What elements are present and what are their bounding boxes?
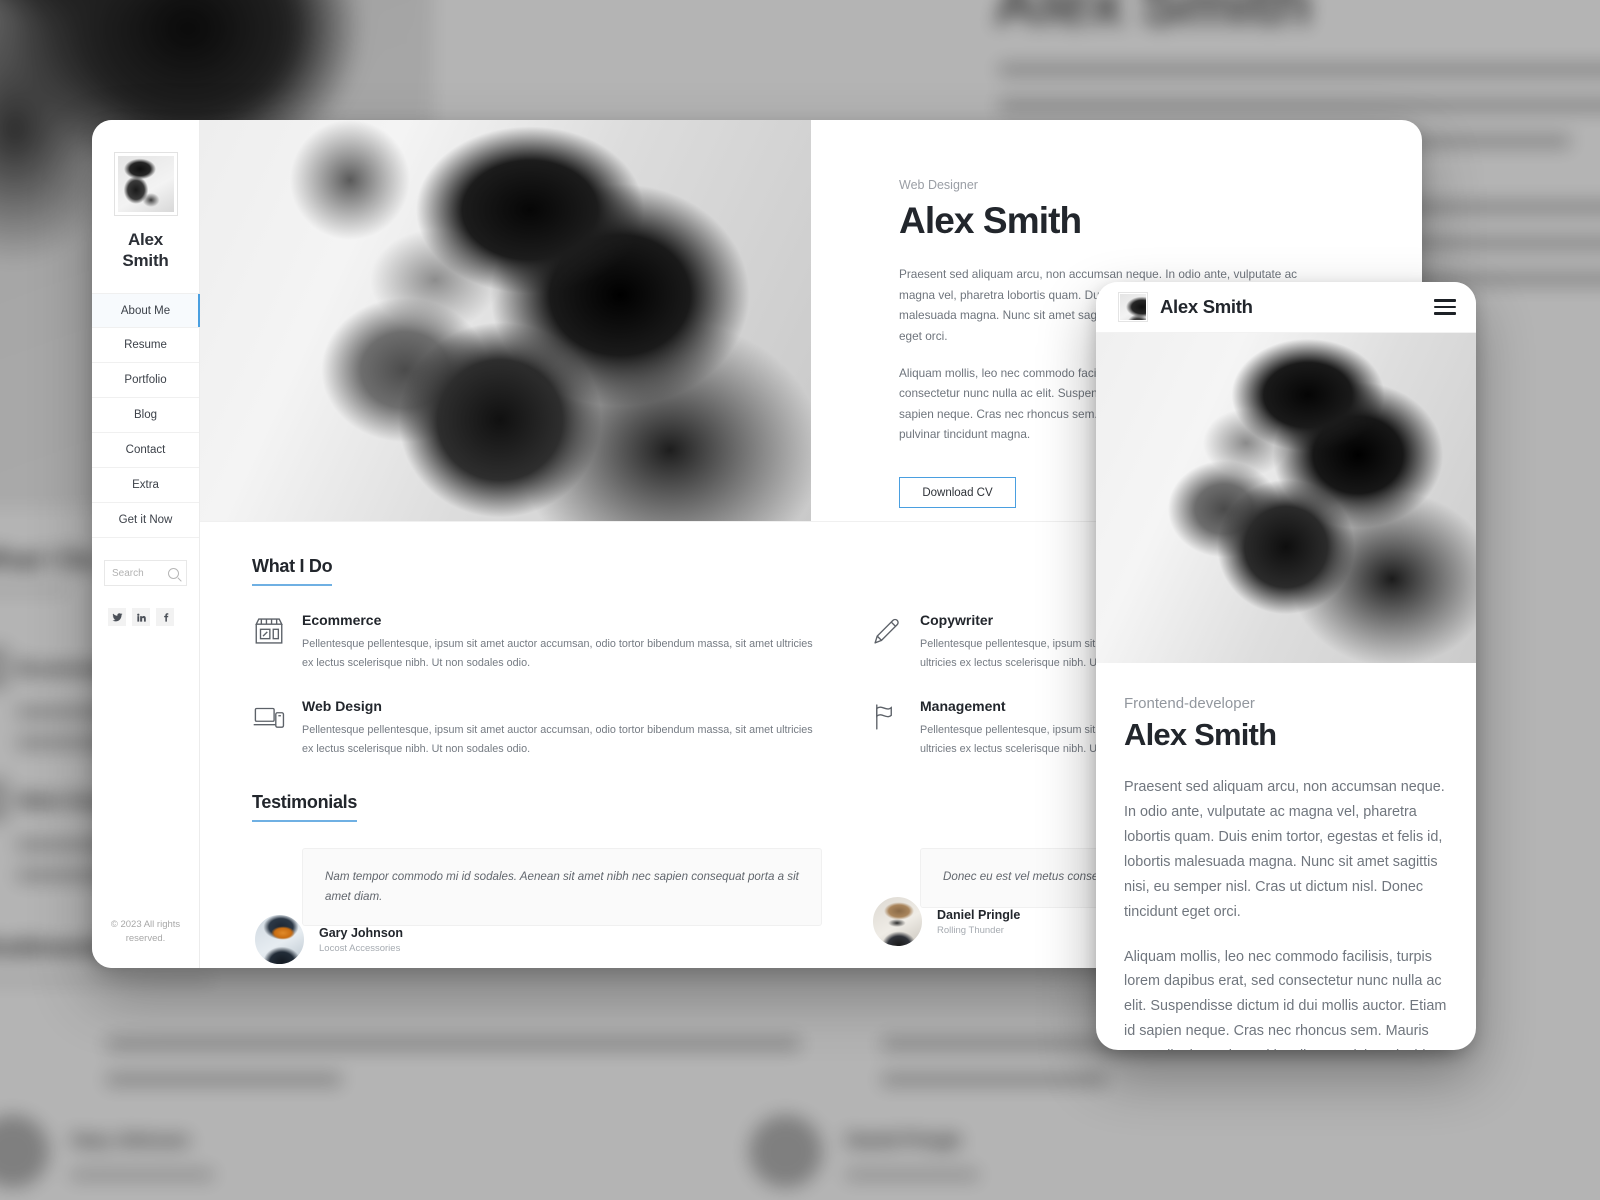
service-item-ecommerce: Ecommerce Pellentesque pellentesque, ips… — [252, 612, 822, 672]
mobile-portrait-photo — [1096, 333, 1476, 663]
download-cv-button[interactable]: Download CV — [899, 477, 1016, 509]
devices-icon — [252, 700, 286, 734]
sidebar-item-contact[interactable]: Contact — [92, 433, 199, 469]
service-title: Ecommerce — [302, 612, 382, 628]
sidebar-item-get-it-now[interactable]: Get it Now — [92, 503, 199, 539]
sidebar-item-label: Extra — [132, 479, 159, 492]
mobile-title: Alex Smith — [1124, 717, 1277, 752]
mobile-preview-card: Alex Smith Frontend-developer Alex Smith… — [1096, 282, 1476, 1050]
service-title: Web Design — [302, 698, 382, 715]
testimonial-meta: Daniel Pringle Rolling Thunder — [937, 908, 1020, 936]
sidebar-item-label: Blog — [133, 409, 158, 422]
sidebar-item-label: Contact — [125, 444, 166, 457]
service-item-web-design: Web Design Pellentesque pellentesque, ip… — [252, 698, 822, 758]
testimonial-name: Daniel Pringle — [937, 907, 1021, 922]
avatar — [870, 894, 925, 950]
sidebar-nav: About Me Resume Portfolio Blog Contact E… — [92, 293, 200, 539]
sidebar-item-blog[interactable]: Blog — [92, 398, 199, 434]
service-description: Pellentesque pellentesque, ipsum sit ame… — [302, 638, 813, 669]
hamburger-menu-icon[interactable] — [1434, 298, 1456, 316]
avatar — [252, 912, 307, 968]
sidebar-item-resume[interactable]: Resume — [92, 328, 199, 364]
avatar-image — [1120, 294, 1146, 320]
sidebar-item-extra[interactable]: Extra — [92, 468, 199, 504]
avatar-image — [117, 156, 174, 212]
twitter-icon[interactable] — [108, 608, 126, 627]
page-title: Alex Smith — [899, 200, 1082, 241]
hamburger-bar — [1434, 298, 1456, 302]
testimonial-org: Rolling Thunder — [937, 924, 1004, 936]
sidebar-profile-name: Alex Smith — [122, 230, 169, 270]
hero-portrait-photo — [200, 120, 811, 521]
what-i-do-heading: What I Do — [252, 556, 333, 586]
flag-icon — [870, 700, 904, 734]
hamburger-bar — [1434, 305, 1456, 309]
testimonial-author: Gary Johnson Locost Accessories — [252, 912, 822, 968]
search-input[interactable] — [112, 567, 168, 579]
mobile-role: Frontend-developer — [1124, 695, 1255, 712]
linkedin-icon[interactable] — [132, 608, 150, 627]
sidebar-item-label: About Me — [120, 304, 171, 317]
sidebar-item-label: Resume — [124, 339, 167, 352]
hero-role: Web Designer — [899, 178, 978, 192]
hamburger-bar — [1434, 312, 1456, 316]
sidebar-item-portfolio[interactable]: Portfolio — [92, 363, 199, 399]
sidebar-item-label: Portfolio — [124, 374, 167, 387]
testimonial-card: Nam tempor commodo mi id sodales. Aenean… — [252, 848, 822, 968]
testimonials-heading: Testimonials — [252, 792, 357, 823]
mobile-paragraph-2: Aliquam mollis, leo nec commodo facilisi… — [1124, 948, 1447, 1050]
avatar — [113, 152, 178, 216]
storefront-icon — [252, 614, 286, 648]
social-links — [92, 586, 199, 627]
mobile-paragraph-1: Praesent sed aliquam arcu, non accumsan … — [1124, 779, 1445, 920]
copyright-text: © 2023 All rights reserved. — [110, 919, 181, 945]
avatar — [1118, 292, 1148, 322]
search-container — [92, 538, 199, 587]
facebook-icon[interactable] — [156, 608, 174, 627]
search-icon[interactable] — [168, 567, 179, 579]
search-box[interactable] — [104, 560, 187, 587]
sidebar-item-label: Get it Now — [118, 514, 173, 527]
mobile-body: Frontend-developer Alex Smith Praesent s… — [1096, 663, 1476, 1050]
testimonial-name: Gary Johnson — [319, 925, 404, 940]
mobile-header-name: Alex Smith — [1160, 296, 1253, 317]
sidebar: Alex Smith About Me Resume Portfolio Blog… — [92, 120, 200, 968]
pencil-icon — [870, 614, 904, 648]
testimonial-org: Locost Accessories — [319, 942, 401, 954]
service-description: Pellentesque pellentesque, ipsum sit ame… — [302, 724, 813, 755]
mobile-header: Alex Smith — [1096, 282, 1476, 333]
sidebar-item-about-me[interactable]: About Me — [92, 293, 200, 329]
testimonial-meta: Gary Johnson Locost Accessories — [319, 926, 403, 954]
